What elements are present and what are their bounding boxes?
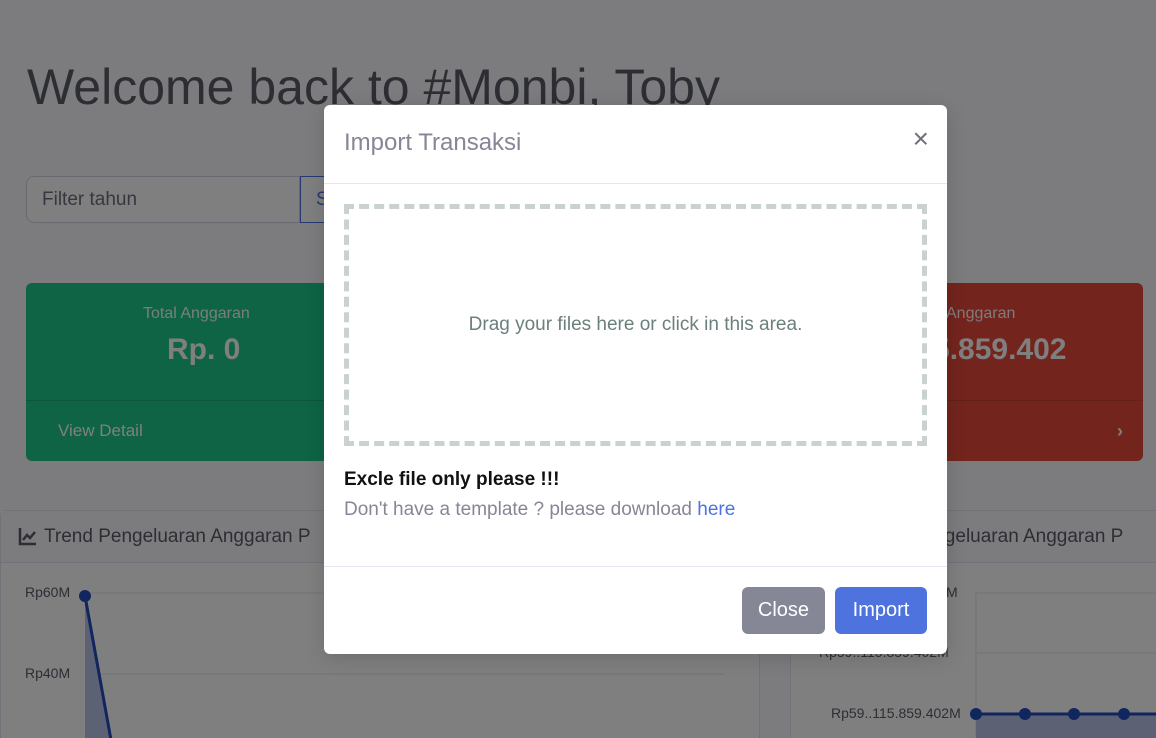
import-modal: Import Transaksi × Drag your files here … <box>324 105 947 654</box>
file-dropzone[interactable]: Drag your files here or click in this ar… <box>344 204 927 446</box>
close-button[interactable]: Close <box>742 587 825 634</box>
download-template-link[interactable]: here <box>697 499 735 520</box>
dropzone-text: Drag your files here or click in this ar… <box>468 314 803 335</box>
modal-footer: Close Import <box>324 566 947 654</box>
modal-title: Import Transaksi <box>344 129 522 156</box>
import-button[interactable]: Import <box>835 587 927 634</box>
file-type-note: Excle file only please !!! <box>344 469 560 490</box>
template-note-text: Don't have a template ? please download <box>344 499 698 520</box>
close-icon[interactable]: × <box>913 125 929 153</box>
modal-header: Import Transaksi × <box>324 105 947 184</box>
template-note: Don't have a template ? please download … <box>344 499 735 521</box>
